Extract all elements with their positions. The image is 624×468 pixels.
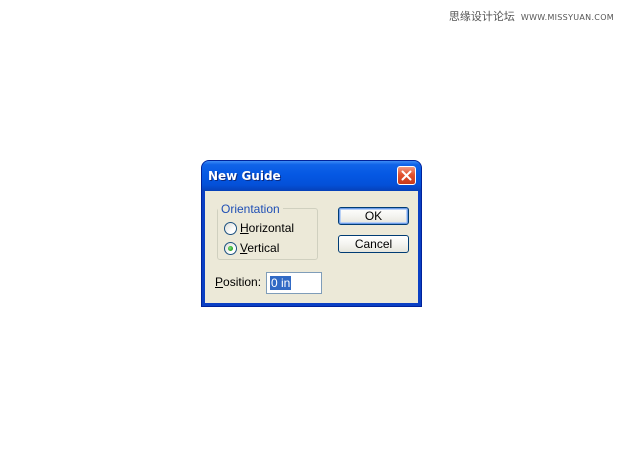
position-value: 0 in xyxy=(270,276,292,290)
dialog-titlebar[interactable]: New Guide xyxy=(202,161,421,191)
watermark-site-name: 思缘设计论坛 xyxy=(448,10,515,23)
vertical-label: Vertical xyxy=(240,241,279,255)
dialog-client-area: Orientation Horizontal Vertical OK Cance… xyxy=(205,191,418,303)
horizontal-label-rest: orizontal xyxy=(248,221,295,235)
position-mnemonic: P xyxy=(215,275,224,289)
horizontal-label: Horizontal xyxy=(240,221,294,235)
position-label: Position: xyxy=(215,275,261,289)
new-guide-dialog: New Guide Orientation Horizontal Vertica… xyxy=(202,161,421,306)
orientation-legend: Orientation xyxy=(218,202,283,216)
screenshot-canvas: 思缘设计论坛 WWW.MISSYUAN.COM New Guide Orienta… xyxy=(0,0,624,468)
horizontal-radio[interactable] xyxy=(224,222,237,235)
close-x-icon xyxy=(401,170,412,181)
close-button[interactable] xyxy=(397,166,416,185)
watermark-url: WWW.MISSYUAN.COM xyxy=(520,13,614,22)
vertical-radio[interactable] xyxy=(224,242,237,255)
cancel-button[interactable]: Cancel xyxy=(338,235,409,253)
horizontal-mnemonic: H xyxy=(240,221,249,235)
watermark: 思缘设计论坛 WWW.MISSYUAN.COM xyxy=(449,8,614,24)
dialog-title: New Guide xyxy=(208,169,281,183)
position-input[interactable]: 0 in xyxy=(266,272,322,294)
vertical-label-rest: ertical xyxy=(247,241,280,255)
radio-selected-dot xyxy=(228,246,233,251)
position-label-rest: osition: xyxy=(223,275,262,289)
ok-button[interactable]: OK xyxy=(338,207,409,225)
